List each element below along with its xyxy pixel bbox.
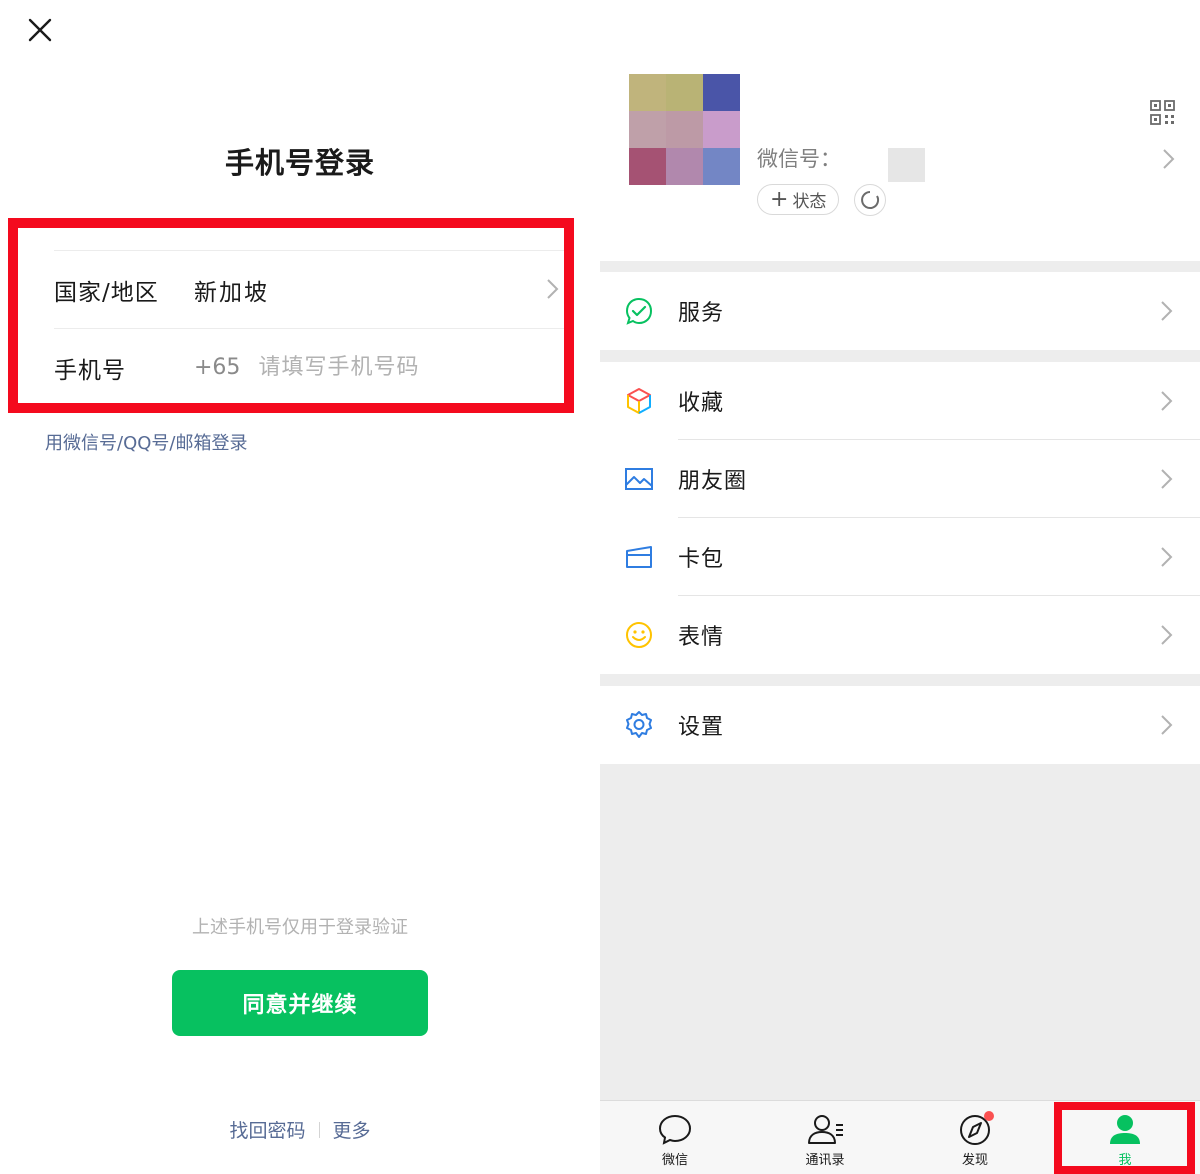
menu-item-settings[interactable]: 设置 (600, 686, 1200, 764)
tab-discover[interactable]: 发现 (900, 1101, 1050, 1174)
region-value: 新加坡 (194, 279, 269, 306)
phone-login-screen: 手机号登录 国家/地区 新加坡 手机号 +65 用微信号/QQ号/邮箱登录 上述… (0, 0, 600, 1174)
chevron-right-icon (1163, 149, 1175, 169)
wechat-id-redacted (888, 148, 925, 182)
profile-header[interactable]: 微信号： + 状态 (600, 0, 1200, 261)
wechat-id-label: 微信号： (757, 147, 841, 171)
chevron-right-icon (1161, 547, 1173, 567)
sticker-icon (624, 620, 654, 650)
phone-input[interactable] (258, 355, 539, 380)
menu-group-personal: 收藏 朋友圈 卡包 表情 (600, 362, 1200, 674)
tab-label: 我 (1118, 1153, 1132, 1168)
menu-item-label: 设置 (678, 715, 725, 740)
phone-usage-notice: 上述手机号仅用于登录验证 (192, 917, 408, 938)
avatar-tile (666, 111, 703, 148)
chevron-right-icon (1161, 715, 1173, 735)
tab-me[interactable]: 我 (1050, 1101, 1200, 1174)
tab-label: 通讯录 (805, 1153, 845, 1168)
more-link[interactable]: 更多 (333, 1116, 371, 1143)
tab-contacts[interactable]: 通讯录 (750, 1101, 900, 1174)
link-divider (318, 1121, 320, 1138)
phone-row: 手机号 +65 (54, 328, 564, 406)
avatar-tile (703, 148, 740, 185)
menu-item-label: 卡包 (678, 547, 725, 572)
avatar-tile (703, 74, 740, 111)
avatar-tile (629, 74, 666, 111)
avatar-tile (629, 111, 666, 148)
menu-item-label: 表情 (678, 625, 725, 650)
chat-bubble-icon (658, 1114, 692, 1145)
region-label: 国家/地区 (54, 279, 159, 306)
menu-item-services[interactable]: 服务 (600, 272, 1200, 350)
settings-icon (624, 710, 654, 740)
tab-chats[interactable]: 微信 (600, 1101, 750, 1174)
login-form: 国家/地区 新加坡 手机号 +65 (54, 250, 564, 408)
login-form-highlight: 国家/地区 新加坡 手机号 +65 (8, 218, 574, 413)
service-icon (624, 296, 654, 326)
avatar-tile (703, 111, 740, 148)
loading-ring-icon (861, 191, 880, 209)
chevron-right-icon (1161, 625, 1173, 645)
status-label: 状态 (792, 192, 827, 212)
bottom-links: 找回密码 更多 (0, 1116, 600, 1143)
avatar-tile (666, 74, 703, 111)
page-title: 手机号登录 (224, 146, 375, 180)
notification-dot (984, 1111, 994, 1121)
person-icon (1110, 1115, 1140, 1144)
agree-continue-button[interactable]: 同意并继续 (172, 970, 428, 1036)
close-button[interactable] (22, 12, 58, 48)
region-row[interactable]: 国家/地区 新加坡 (54, 250, 564, 328)
recover-password-link[interactable]: 找回密码 (229, 1116, 305, 1143)
tab-label: 微信 (661, 1153, 688, 1168)
moments-icon (624, 464, 654, 494)
menu-item-label: 朋友圈 (678, 469, 748, 494)
avatar-tile (666, 148, 703, 185)
chevron-right-icon (1161, 391, 1173, 411)
chevron-right-icon (547, 279, 559, 299)
contacts-icon (808, 1115, 843, 1144)
menu-item-favorites[interactable]: 收藏 (600, 362, 1200, 440)
chevron-right-icon (1161, 469, 1173, 489)
status-ring-button[interactable] (854, 184, 886, 216)
avatar-tile (629, 148, 666, 185)
menu-item-moments[interactable]: 朋友圈 (600, 440, 1200, 518)
avatar[interactable] (629, 74, 740, 185)
menu-group-settings: 设置 (600, 686, 1200, 764)
menu-group-services: 服务 (600, 272, 1200, 350)
menu-item-label: 服务 (678, 301, 725, 326)
alt-login-link[interactable]: 用微信号/QQ号/邮箱登录 (45, 429, 247, 455)
menu-item-stickers[interactable]: 表情 (600, 596, 1200, 674)
tab-label: 发现 (961, 1153, 988, 1168)
bottom-tab-bar: 微信 通讯录 发现 我 (600, 1100, 1200, 1174)
close-icon (28, 18, 52, 42)
phone-label: 手机号 (54, 357, 126, 384)
menu-item-label: 收藏 (678, 391, 725, 416)
card-wallet-icon (624, 542, 654, 572)
plus-icon: + (770, 187, 789, 212)
menu-item-card-wallet[interactable]: 卡包 (600, 518, 1200, 596)
favorites-icon (624, 386, 654, 416)
country-code: +65 (194, 355, 241, 380)
me-screen: 微信号： + 状态 服务 收藏 朋友圈 卡包 表情 设置 微信 通讯录 发现 我 (600, 0, 1200, 1174)
qr-code-icon[interactable] (1150, 100, 1175, 125)
chevron-right-icon (1161, 301, 1173, 321)
status-button[interactable]: + 状态 (757, 184, 840, 215)
